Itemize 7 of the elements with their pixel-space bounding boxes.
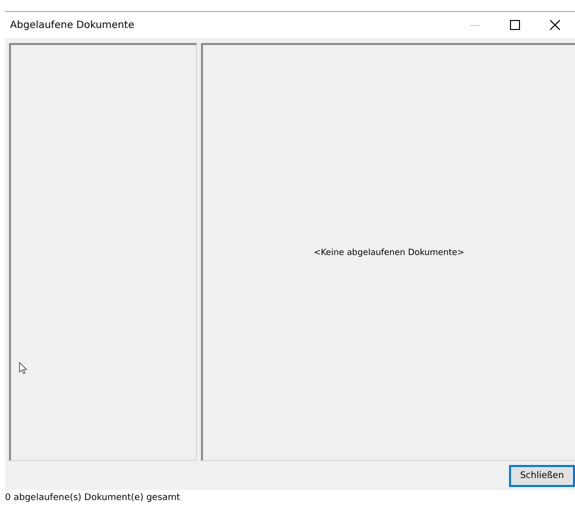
close-icon[interactable] [550, 20, 560, 30]
window-title: Abgelaufene Dokumente [10, 20, 136, 30]
close-button[interactable]: Schließen [509, 464, 575, 486]
maximize-icon[interactable] [510, 20, 520, 30]
status-text: 0 abgelaufene(s) Dokument(e) gesamt [5, 493, 180, 503]
cursor-icon [19, 362, 27, 374]
empty-message: <Keine abgelaufenen Dokumente> [314, 248, 464, 258]
